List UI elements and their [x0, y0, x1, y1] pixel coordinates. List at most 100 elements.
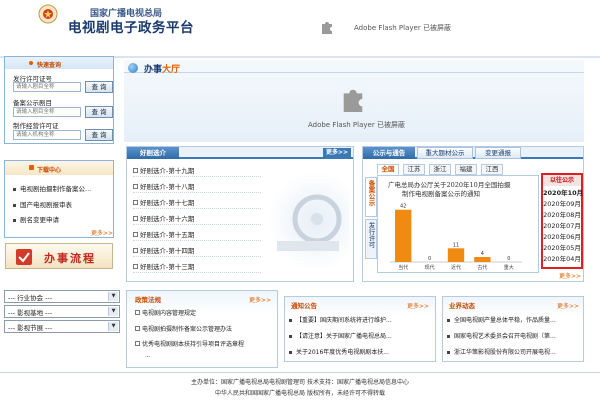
bullet-icon — [447, 319, 450, 322]
list-item[interactable]: 好剧选介-第十三期 — [133, 261, 261, 273]
downloads-more-link[interactable]: 更多>> — [91, 228, 113, 237]
region-tab-fujian[interactable]: 福建 — [455, 164, 477, 175]
list-item-label: 好剧选介-第十九期 — [140, 167, 195, 175]
policy-item[interactable]: 电视剧拍摄制作备案公示管理办法 — [135, 324, 275, 333]
chart-area: 广电总局办公厅关于2020年10月全国拍摄 制作电视剧备案公示的通知 42 当代 0… — [377, 175, 539, 273]
emblem-logo — [38, 4, 58, 24]
month-link-2020-04[interactable]: 2020年04月 — [543, 253, 581, 263]
policy-item[interactable]: ... — [145, 352, 275, 359]
process-icon — [16, 249, 32, 265]
filing-drama-input[interactable] — [13, 107, 81, 117]
policy-item[interactable]: 优秀电视剧剧本扶持引导项目评选章程 — [135, 339, 275, 348]
industry-more-link[interactable]: 更多>> — [557, 301, 579, 310]
good-drama-more-link[interactable]: 更多>> — [323, 148, 351, 158]
download-center-panel: 下载中心 电视剧拍摄制作备案公... 国产电视剧报审表 剧名变更申请 更多>> — [4, 160, 114, 238]
license-query-button[interactable]: 查 询 — [85, 81, 113, 93]
license-number-input[interactable] — [13, 82, 81, 92]
doc-icon — [133, 215, 138, 221]
process-label: 办事流程 — [44, 252, 96, 265]
doc-icon — [133, 263, 138, 269]
region-tab-national[interactable]: 全国 — [377, 164, 399, 175]
bullet-icon — [447, 351, 450, 354]
region-tab-zhejiang[interactable]: 浙江 — [429, 164, 451, 175]
query-label-permit: 制作经营许可证 — [13, 122, 59, 130]
month-link-2020-05[interactable]: 2020年05月 — [543, 242, 581, 252]
hall-label-a: 办事 — [144, 65, 163, 75]
chart-bar — [474, 257, 491, 262]
download-center-title: 下载中心 — [37, 167, 62, 174]
announce-more-link[interactable]: 更多>> — [559, 271, 581, 280]
plugin-piece-icon — [322, 22, 332, 34]
hall-banner: 办事大厅 Adobe Flash Player 已被屏蔽 — [124, 60, 584, 142]
tab-announcements[interactable]: 公示与通告 — [363, 147, 415, 159]
notices-more-link[interactable]: 更多>> — [407, 301, 429, 310]
month-link-2020-09[interactable]: 2020年09月 — [543, 198, 581, 208]
notice-item[interactable]: 【重要】国庆期间系统将进行维护... — [289, 315, 435, 324]
chart-bar — [447, 248, 465, 262]
select-value: --- 行业协会 --- — [8, 294, 53, 302]
plugin-piece-icon — [343, 89, 363, 112]
month-link-2020-10[interactable]: 2020年10月 — [543, 187, 583, 197]
month-link-2020-07[interactable]: 2020年07月 — [543, 220, 581, 230]
hall-label: 办事大厅 — [144, 62, 180, 75]
industry-item-label: 国家电视艺术委员会召开电视剧（第... — [454, 333, 556, 340]
process-banner[interactable]: 办事流程 — [5, 243, 113, 269]
download-item[interactable]: 剧名变更申请 — [13, 214, 59, 224]
select-value: --- 影视基地 --- — [8, 309, 53, 317]
month-link-2020-06[interactable]: 2020年06月 — [543, 231, 581, 241]
industry-item[interactable]: 浙江华策影视股份有限公司开展电视... — [447, 347, 583, 356]
list-item[interactable]: 好剧选介-第十四期 — [133, 245, 261, 257]
side-tab-filing[interactable]: 备案公示 — [365, 177, 377, 217]
policy-item-label: 电视剧拍摄制作备案公示管理办法 — [142, 326, 233, 333]
list-item-label: 好剧选介-第十八期 — [140, 183, 195, 191]
bullet-icon — [447, 335, 450, 338]
policy-item[interactable]: 电视剧内容管理规定 — [135, 308, 275, 317]
chevron-down-icon: ▼ — [108, 292, 118, 301]
filing-bar-chart: 42 当代 0 现代 11 近代 4 古代 0 重大 — [390, 204, 522, 271]
list-item-label: 好剧选介-第十三期 — [140, 263, 195, 271]
tab-major-themes[interactable]: 重大题材公示 — [417, 147, 473, 159]
download-item-label: 国产电视剧报审表 — [20, 201, 72, 209]
doc-icon — [135, 341, 140, 346]
region-tab-jiangsu[interactable]: 江苏 — [403, 164, 425, 175]
film-base-select[interactable]: --- 影视基地 --- ▼ — [4, 305, 120, 318]
list-item[interactable]: 好剧选介-第十八期 — [133, 181, 261, 193]
notices-panel: 通知公告 更多>> 【重要】国庆期间系统将进行维护... 【请注意】关于国家广播… — [284, 296, 436, 362]
list-item[interactable]: 好剧选介-第十五期 — [133, 229, 261, 241]
industry-item[interactable]: 国家电视艺术委员会召开电视剧（第... — [447, 331, 583, 340]
download-item[interactable]: 国产电视剧报审表 — [13, 199, 72, 209]
chart-data-label: 4 — [481, 251, 484, 257]
policy-panel: 政策法规 更多>> 电视剧内容管理规定 电视剧拍摄制作备案公示管理办法 优秀电视… — [126, 290, 278, 368]
permit-org-input[interactable] — [13, 130, 81, 140]
region-tab-jiangxi[interactable]: 江西 — [481, 164, 503, 175]
list-item[interactable]: 好剧选介-第十七期 — [133, 197, 261, 209]
past-announcements-box: 以往公示 2020年10月 2020年09月 2020年08月 2020年07月… — [541, 173, 583, 269]
query-label-filing: 备案公示剧目 — [13, 99, 52, 107]
month-link-2020-08[interactable]: 2020年08月 — [543, 209, 581, 219]
chart-category-label: 重大 — [504, 264, 514, 271]
industry-item-label: 全国电视剧产量总体平稳，作品质量... — [454, 317, 556, 324]
download-item-label: 电视剧拍摄制作备案公... — [20, 185, 92, 193]
film-reel-icon — [277, 194, 342, 251]
film-festival-select[interactable]: --- 影视节展 --- ▼ — [4, 320, 120, 333]
list-item[interactable]: 好剧选介-第十六期 — [133, 213, 261, 225]
policy-item-label: 优秀电视剧剧本扶持引导项目评选章程 — [142, 341, 245, 348]
globe-icon — [128, 63, 138, 73]
industry-association-select[interactable]: --- 行业协会 --- ▼ — [4, 290, 120, 303]
filing-query-button[interactable]: 查 询 — [85, 106, 113, 118]
side-tab-release[interactable]: 发行许可 — [365, 219, 377, 259]
doc-icon — [133, 247, 138, 253]
list-item[interactable]: 好剧选介-第十九期 — [133, 165, 261, 177]
download-item[interactable]: 电视剧拍摄制作备案公... — [13, 183, 91, 193]
tab-good-drama[interactable]: 好剧选介 — [127, 147, 179, 159]
notice-item-label: 关于2016年度优秀电视剧剧本扶... — [296, 349, 389, 356]
industry-item[interactable]: 全国电视剧产量总体平稳，作品质量... — [447, 315, 583, 324]
notice-item[interactable]: 【请注意】关于国家广播电视总局... — [289, 331, 435, 340]
industry-panel: 业界动态 更多>> 全国电视剧产量总体平稳，作品质量... 国家电视艺术委员会召… — [442, 296, 584, 362]
policy-more-link[interactable]: 更多>> — [249, 295, 271, 304]
tab-changes[interactable]: 变更通报 — [475, 147, 521, 159]
site-header: 国家广播电视总局 电视剧电子政务平台 Adobe Flash Player 已被… — [0, 0, 600, 58]
notice-item[interactable]: 关于2016年度优秀电视剧剧本扶... — [289, 347, 435, 356]
permit-query-button[interactable]: 查 询 — [85, 129, 113, 141]
doc-icon — [133, 167, 138, 173]
